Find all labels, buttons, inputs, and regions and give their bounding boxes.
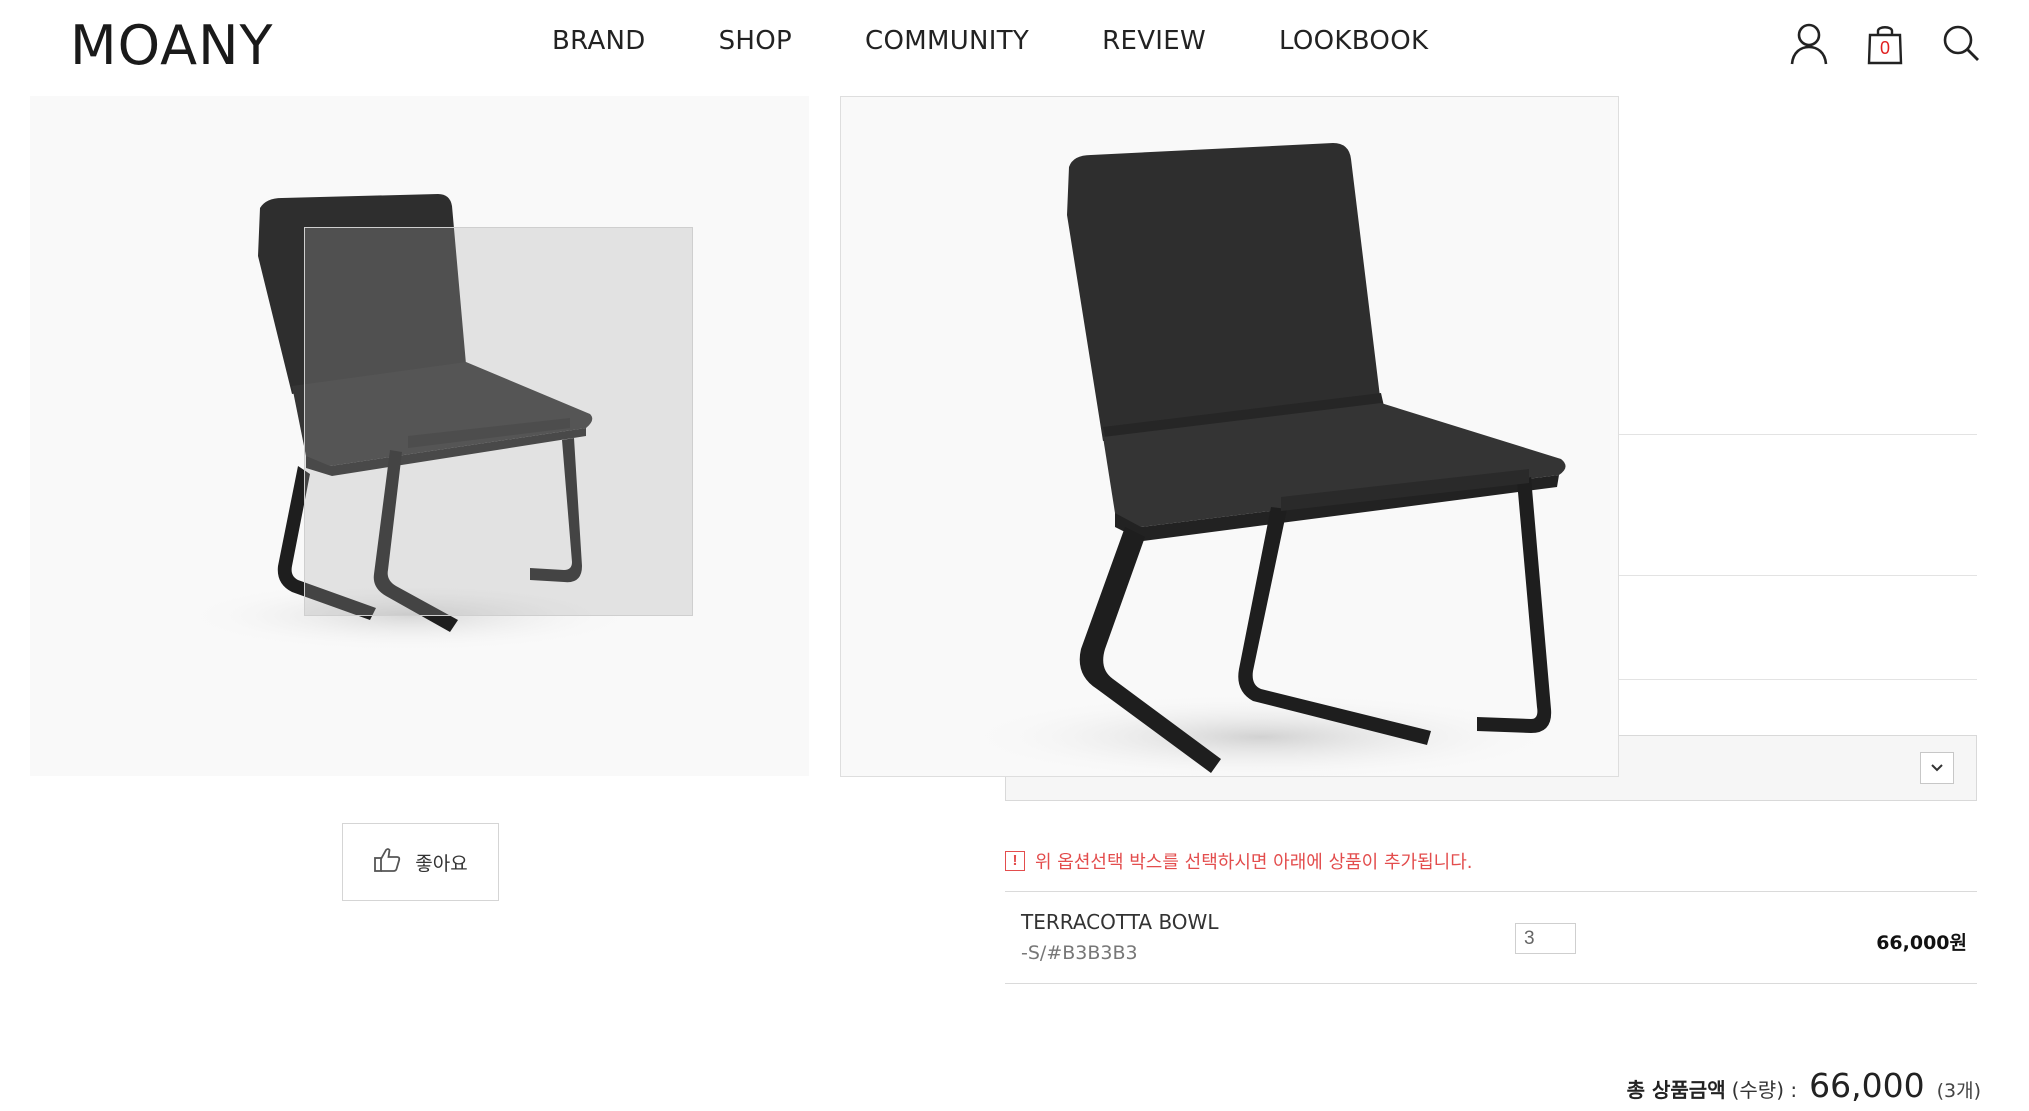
info-divider: [1619, 679, 1977, 680]
item-row-bottom-border: [1005, 983, 1977, 984]
info-divider: [1619, 575, 1977, 576]
alert-icon: !: [1005, 851, 1025, 871]
info-divider: [1619, 434, 1977, 435]
cart-count-badge: 0: [1879, 38, 1890, 58]
like-button[interactable]: 좋아요: [342, 823, 499, 901]
site-logo[interactable]: MOANY: [70, 14, 273, 77]
like-label: 좋아요: [415, 852, 468, 875]
zoom-lens[interactable]: [304, 227, 693, 616]
chair-zoom-image: [961, 143, 1566, 776]
item-option: -S/#B3B3B3: [1021, 942, 1138, 964]
nav-item-community[interactable]: COMMUNITY: [865, 26, 1029, 56]
total-price: 총 상품금액 (수량) : 66,000 (3개): [1627, 1066, 1981, 1105]
user-icon[interactable]: [1789, 22, 1829, 66]
total-count: (3개): [1936, 1080, 1981, 1102]
item-price: 66,000원: [1876, 932, 1967, 954]
total-value: 66,000: [1809, 1066, 1925, 1105]
product-main-image[interactable]: [30, 96, 809, 776]
shopping-bag-icon[interactable]: 0: [1865, 22, 1905, 66]
quantity-input[interactable]: [1515, 923, 1576, 954]
header-icons: 0: [1789, 22, 1981, 66]
search-icon[interactable]: [1941, 22, 1981, 66]
thumbs-up-icon: [373, 847, 401, 878]
notice-text: 위 옵션선택 박스를 선택하시면 아래에 상품이 추가됩니다.: [1035, 852, 1473, 873]
zoom-preview: [840, 96, 1619, 777]
total-quantity-label: (수량) :: [1731, 1078, 1798, 1102]
nav-item-review[interactable]: REVIEW: [1102, 26, 1206, 56]
total-label: 총 상품금액: [1626, 1078, 1726, 1102]
nav-item-shop[interactable]: SHOP: [719, 26, 792, 56]
option-notice: ! 위 옵션선택 박스를 선택하시면 아래에 상품이 추가됩니다.: [1005, 848, 1473, 874]
nav-item-lookbook[interactable]: LOOKBOOK: [1279, 26, 1428, 56]
site-header: MOANY BRAND SHOP COMMUNITY REVIEW LOOKBO…: [0, 0, 2029, 96]
nav-item-brand[interactable]: BRAND: [552, 26, 646, 56]
chevron-down-icon[interactable]: [1920, 752, 1954, 784]
item-row-top-border: [1005, 891, 1977, 892]
main-nav: BRAND SHOP COMMUNITY REVIEW LOOKBOOK: [552, 26, 1428, 56]
item-name: TERRACOTTA BOWL: [1021, 910, 1219, 934]
